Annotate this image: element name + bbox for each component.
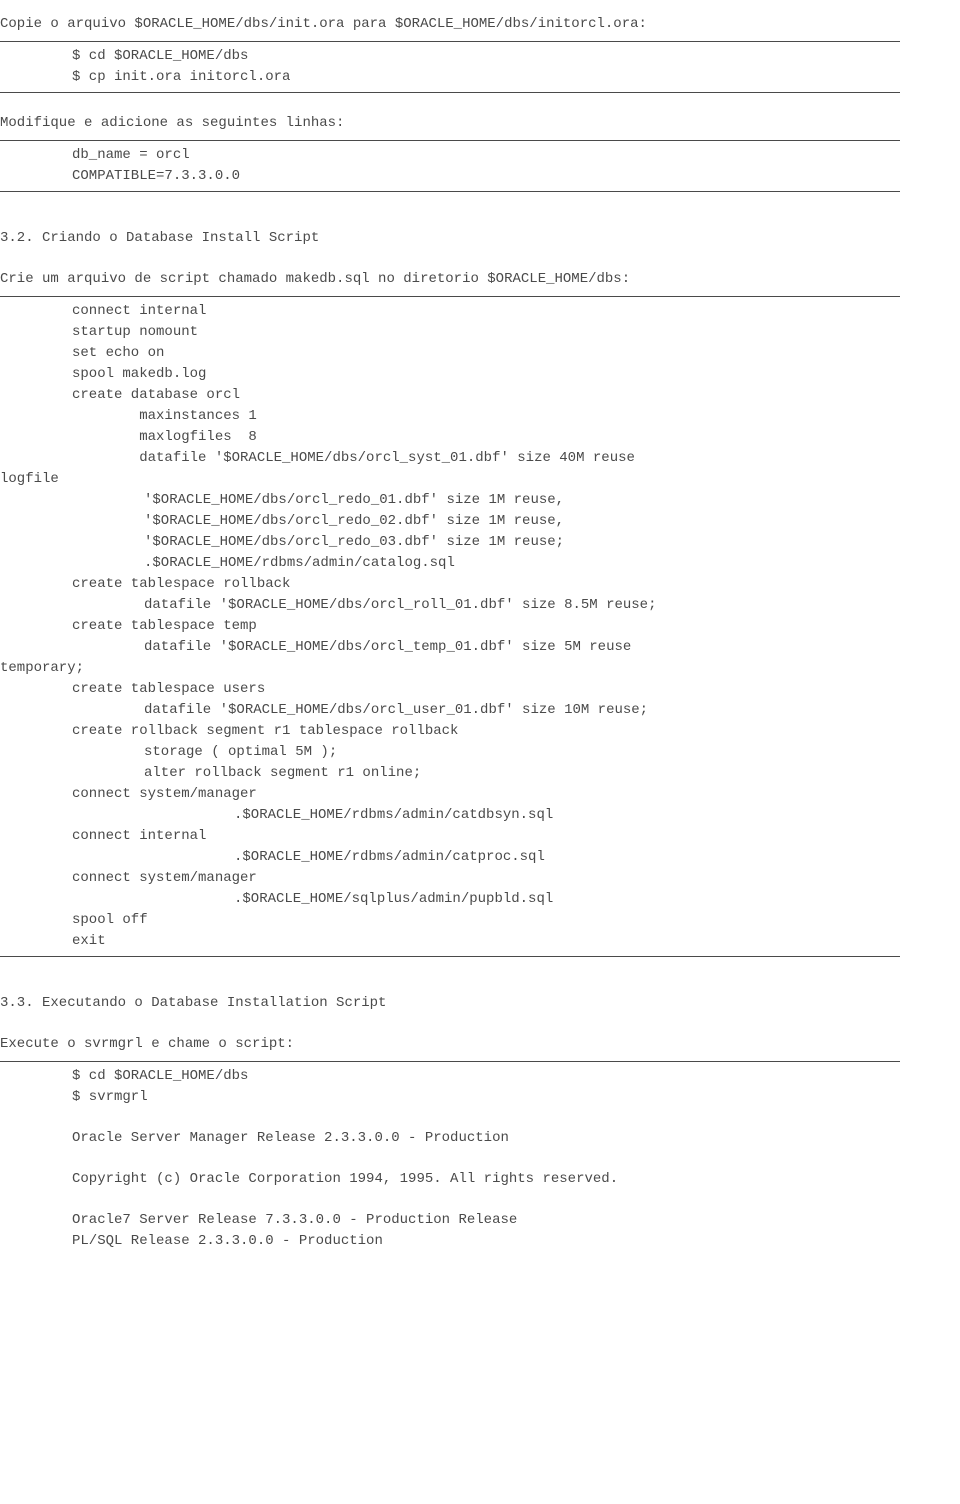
sql-line: .$ORACLE_HOME/sqlplus/admin/pupbld.sql [234,889,900,910]
sql-line: .$ORACLE_HOME/rdbms/admin/catalog.sql [144,553,900,574]
output-line: Copyright (c) Oracle Corporation 1994, 1… [72,1169,900,1190]
sql-line: create tablespace rollback [72,574,900,595]
sql-line: datafile '$ORACLE_HOME/dbs/orcl_temp_01.… [144,637,900,658]
sql-line: .$ORACLE_HOME/rdbms/admin/catdbsyn.sql [234,805,900,826]
sql-line: '$ORACLE_HOME/dbs/orcl_redo_02.dbf' size… [144,511,900,532]
section-heading-3-2: 3.2. Criando o Database Install Script [0,228,900,249]
divider [0,140,900,141]
sql-line: .$ORACLE_HOME/rdbms/admin/catproc.sql [234,847,900,868]
divider [0,41,900,42]
sql-line: connect system/manager [72,784,900,805]
sql-line: logfile [0,469,900,490]
command-line: $ cp init.ora initorcl.ora [72,67,900,88]
sql-line: exit [72,931,900,952]
divider [0,191,900,192]
intro-paragraph: Copie o arquivo $ORACLE_HOME/dbs/init.or… [0,14,900,35]
sql-line: '$ORACLE_HOME/dbs/orcl_redo_01.dbf' size… [144,490,900,511]
sql-line: alter rollback segment r1 online; [144,763,900,784]
sql-line: datafile '$ORACLE_HOME/dbs/orcl_user_01.… [144,700,900,721]
sql-line: temporary; [0,658,900,679]
sql-script: connect internal startup nomount set ech… [72,301,900,469]
sql-line: create tablespace temp [72,616,900,637]
command-line: $ cd $ORACLE_HOME/dbs [72,46,900,67]
instruction-text: Crie um arquivo de script chamado makedb… [0,269,900,290]
config-line: COMPATIBLE=7.3.3.0.0 [72,166,900,187]
divider [0,956,900,957]
sql-line: datafile '$ORACLE_HOME/dbs/orcl_roll_01.… [144,595,900,616]
sql-line: connect internal [72,826,900,847]
sql-line: spool off [72,910,900,931]
sql-line: connect system/manager [72,868,900,889]
divider [0,1061,900,1062]
sql-line: '$ORACLE_HOME/dbs/orcl_redo_03.dbf' size… [144,532,900,553]
instruction-text: Modifique e adicione as seguintes linhas… [0,113,900,134]
divider [0,296,900,297]
instruction-text: Execute o svrmgrl e chame o script: [0,1034,900,1055]
command-line: $ cd $ORACLE_HOME/dbs [72,1066,900,1087]
sql-line: create rollback segment r1 tablespace ro… [72,721,900,742]
config-line: db_name = orcl [72,145,900,166]
divider [0,92,900,93]
sql-line: create tablespace users [72,679,900,700]
output-line: PL/SQL Release 2.3.3.0.0 - Production [72,1231,900,1252]
output-line: Oracle7 Server Release 7.3.3.0.0 - Produ… [72,1210,900,1231]
command-line: $ svrmgrl [72,1087,900,1108]
section-heading-3-3: 3.3. Executando o Database Installation … [0,993,900,1014]
output-line: Oracle Server Manager Release 2.3.3.0.0 … [72,1128,900,1149]
sql-line: storage ( optimal 5M ); [144,742,900,763]
